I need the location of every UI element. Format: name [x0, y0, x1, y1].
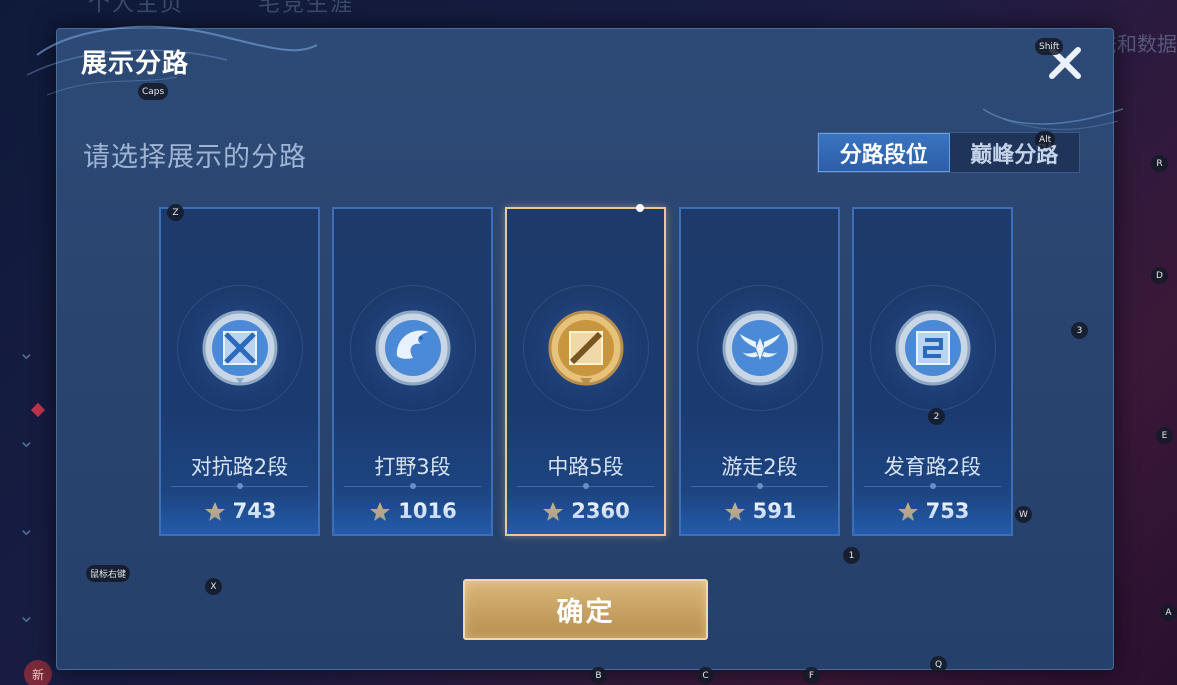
mid-lane-icon — [548, 310, 623, 386]
lane-card-farm[interactable]: 发育路2段 753 — [852, 207, 1013, 536]
key-hint-a: A — [1160, 604, 1177, 621]
divider — [864, 483, 1001, 489]
dialog-subtitle: 请选择展示的分路 — [83, 142, 307, 173]
bg-tab-profile: 个人主页 — [88, 0, 185, 17]
lane-name: 发育路2段 — [883, 455, 982, 479]
divider — [517, 483, 654, 489]
lane-card-jungle[interactable]: 打野3段 1016 — [332, 207, 493, 536]
new-badge: 新 — [24, 660, 52, 685]
notification-dot — [30, 402, 46, 418]
roam-wings-icon — [722, 310, 797, 386]
card-glow — [161, 494, 318, 534]
key-hint-2: 2 — [928, 408, 945, 425]
lane-card-top[interactable]: 对抗路2段 743 — [159, 207, 320, 536]
confirm-button[interactable]: 确定 — [463, 579, 708, 640]
tab-peak-lane[interactable]: 巅峰分路 — [950, 133, 1080, 172]
divider — [171, 483, 308, 489]
duel-lane-icon — [202, 310, 277, 386]
jungle-dragon-icon — [375, 310, 450, 386]
divider — [344, 483, 481, 489]
chevron-down-icon: ⌄ — [18, 340, 35, 364]
card-glow — [507, 494, 664, 534]
lane-card-mid[interactable]: 中路5段 2360 — [505, 204, 666, 536]
lane-display-dialog: 展示分路 请选择展示的分路 分路段位 巅峰分路 对抗路2段 打野3段 中路5段 … — [26, 25, 1123, 670]
key-hint-e: E — [1156, 427, 1173, 444]
key-hint-caps: Caps — [138, 83, 169, 100]
key-hint-d: D — [1151, 267, 1168, 284]
bg-tab-career: 宅竞生涯 — [258, 0, 355, 17]
chevron-down-icon: ⌄ — [18, 516, 35, 540]
chevron-down-icon: ⌄ — [18, 428, 35, 452]
key-hint-w: W — [1015, 506, 1032, 523]
lane-name: 打野3段 — [374, 455, 451, 479]
lane-name: 对抗路2段 — [190, 455, 289, 479]
tab-lane-rank[interactable]: 分路段位 — [818, 133, 950, 172]
key-hint-alt: Alt — [1035, 131, 1056, 148]
card-glow — [854, 494, 1011, 534]
key-hint-1: 1 — [843, 547, 860, 564]
lane-name: 游走2段 — [721, 455, 798, 479]
farm-lane-icon — [895, 310, 970, 386]
key-hint-r: R — [1151, 155, 1168, 172]
card-glow — [681, 494, 838, 534]
chevron-down-icon: ⌄ — [18, 603, 35, 627]
key-hint-c: C — [697, 667, 714, 684]
selected-marker — [636, 204, 644, 212]
lane-cards: 对抗路2段 743 打野3段 — [159, 204, 1013, 536]
card-glow — [334, 494, 491, 534]
key-hint-z: Z — [167, 204, 184, 221]
key-hint-mouse-right: 鼠标右键 — [86, 565, 131, 582]
key-hint-q: Q — [930, 656, 947, 673]
key-hint-f: F — [803, 667, 820, 684]
key-hint-shift: Shift — [1035, 38, 1064, 55]
divider — [691, 483, 828, 489]
key-hint-x: X — [205, 578, 222, 595]
key-hint-b: B — [590, 667, 607, 684]
lane-name: 中路5段 — [547, 455, 624, 479]
key-hint-3: 3 — [1071, 322, 1088, 339]
dialog-title: 展示分路 — [81, 49, 190, 79]
lane-card-roam[interactable]: 游走2段 591 — [679, 207, 840, 536]
